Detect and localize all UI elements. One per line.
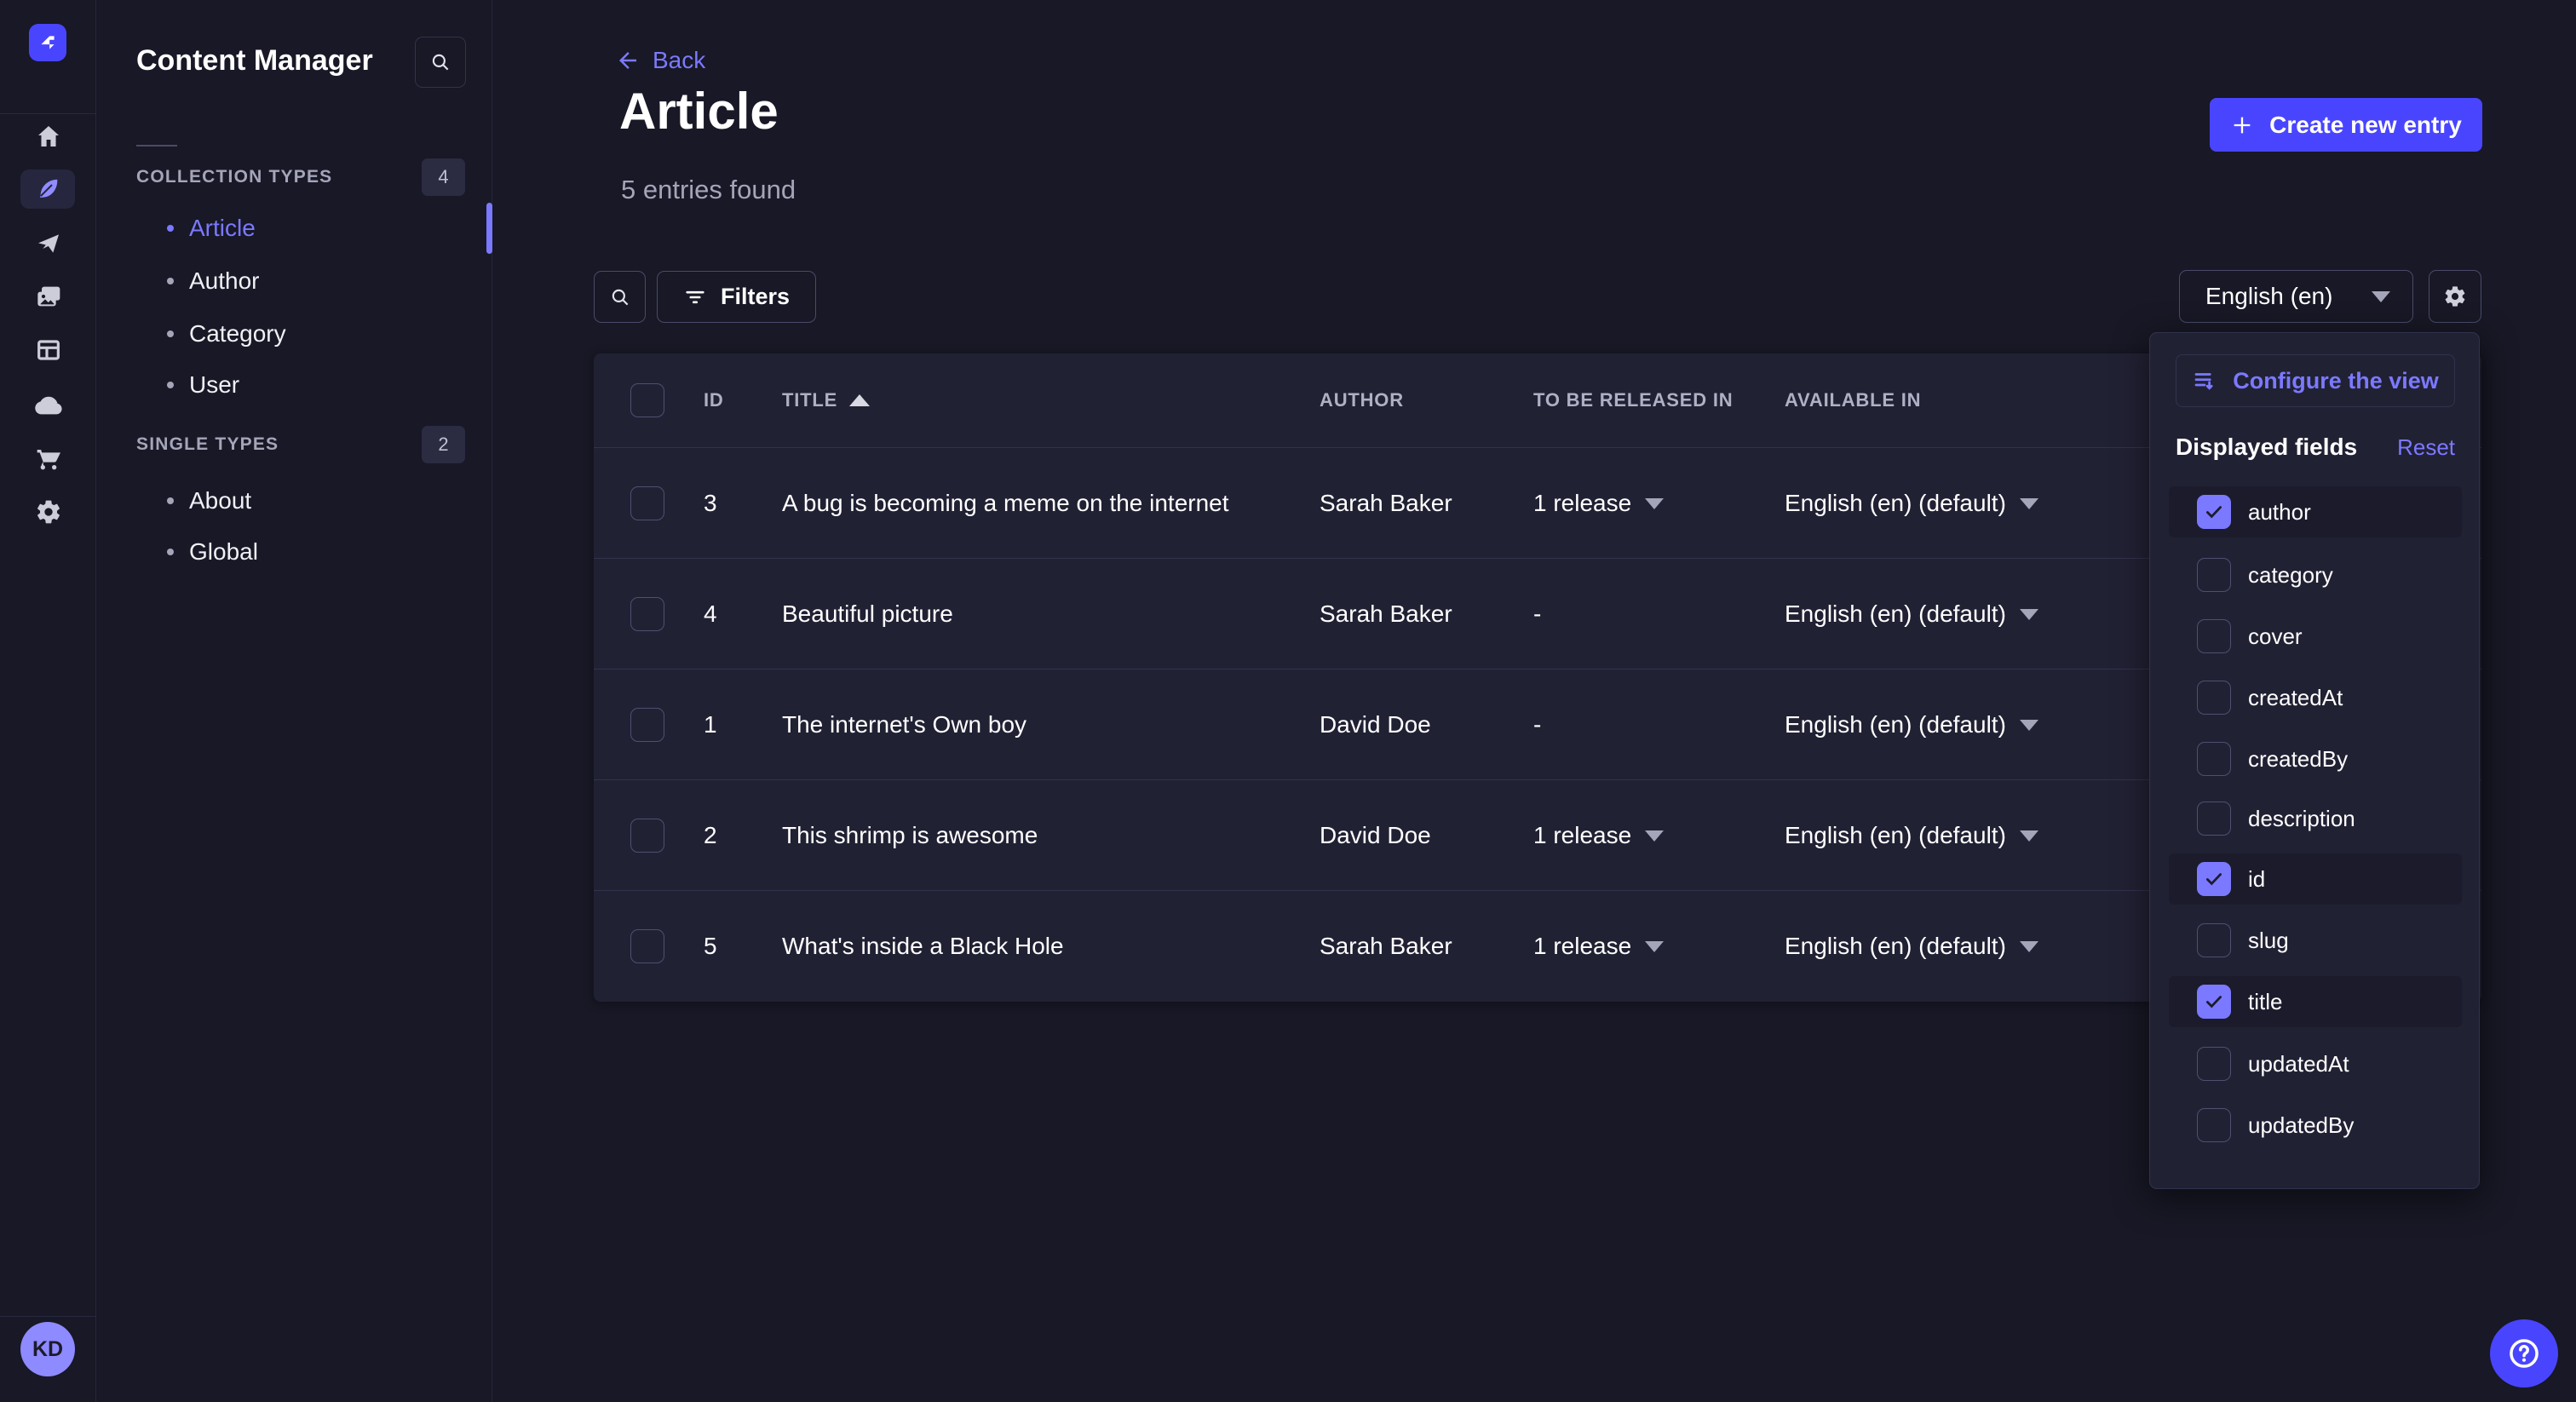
back-link[interactable]: Back [615,47,705,74]
view-settings-popover: Configure the view Displayed fields Rese… [2149,332,2480,1189]
checkbox-icon[interactable] [2197,558,2231,592]
row-checkbox[interactable] [630,486,664,520]
checkbox-icon[interactable] [2197,923,2231,957]
chevron-down-icon[interactable] [1645,498,1664,509]
bullet-icon [167,382,174,388]
bullet-icon [167,225,174,232]
single-types-badge: 2 [422,426,465,463]
releases-icon[interactable] [0,230,96,257]
page-title: Article [619,82,779,141]
row-checkbox[interactable] [630,597,664,631]
chevron-down-icon[interactable] [1645,941,1664,952]
row-checkbox[interactable] [630,708,664,742]
checkbox-icon[interactable] [2197,742,2231,776]
question-mark-icon [2506,1336,2542,1371]
chevron-down-icon[interactable] [2020,498,2038,509]
chevron-down-icon[interactable] [2020,609,2038,620]
field-toggle-updatedAt[interactable]: updatedAt [2169,1038,2462,1089]
chevron-down-icon[interactable] [2020,720,2038,731]
help-button[interactable] [2490,1319,2558,1388]
row-checkbox[interactable] [630,819,664,853]
rail-divider [0,113,96,114]
column-header-id[interactable]: ID [704,353,724,447]
sidebar-item-user[interactable]: User [136,361,460,409]
bullet-icon [167,278,174,284]
sidebar-item-global[interactable]: Global [136,528,460,576]
configure-list-icon [2192,368,2217,394]
sidebar-item-author[interactable]: Author [136,257,460,305]
single-types-label: SINGLE TYPES [136,434,279,455]
sidebar-divider [136,145,177,147]
marketplace-cart-icon[interactable] [0,445,96,472]
settings-gear-icon[interactable] [0,498,96,526]
cloud-icon[interactable] [0,390,96,419]
configure-view-button[interactable]: Configure the view [2176,354,2455,407]
chevron-down-icon[interactable] [2020,941,2038,952]
select-all-checkbox[interactable] [630,383,664,417]
entries-count: 5 entries found [621,175,796,205]
plus-icon [2230,113,2254,137]
filters-button[interactable]: Filters [657,271,816,323]
checkbox-checked-icon[interactable] [2197,862,2231,896]
table-search-button[interactable] [594,271,646,323]
icon-rail: KD [0,0,96,1402]
sidebar-title: Content Manager [136,44,373,78]
strapi-logo[interactable] [29,24,66,61]
checkbox-icon[interactable] [2197,681,2231,715]
row-checkbox[interactable] [630,929,664,963]
field-toggle-author[interactable]: author [2169,486,2462,537]
field-toggle-description[interactable]: description [2169,793,2462,844]
checkbox-icon[interactable] [2197,802,2231,836]
gear-icon [2443,284,2467,308]
sidebar-item-article[interactable]: Article [136,204,460,252]
content-manager-icon[interactable] [20,170,75,209]
chevron-down-icon[interactable] [2020,830,2038,842]
field-toggle-title[interactable]: title [2169,976,2462,1027]
field-toggle-cover[interactable]: cover [2169,611,2462,662]
bullet-icon [167,549,174,555]
checkbox-checked-icon[interactable] [2197,985,2231,1019]
checkbox-icon[interactable] [2197,619,2231,653]
sidebar-item-category[interactable]: Category [136,310,460,358]
sidebar-item-about[interactable]: About [136,477,460,525]
field-toggle-updatedBy[interactable]: updatedBy [2169,1100,2462,1151]
chevron-down-icon[interactable] [1645,830,1664,842]
field-toggle-slug[interactable]: slug [2169,915,2462,966]
search-icon [609,286,631,308]
checkbox-icon[interactable] [2197,1047,2231,1081]
sidebar-search-button[interactable] [415,37,466,88]
field-toggle-createdAt[interactable]: createdAt [2169,672,2462,723]
filter-icon [683,285,707,309]
column-header-author[interactable]: AUTHOR [1320,353,1404,447]
active-item-indicator [486,203,492,254]
column-header-title[interactable]: TITLE [782,353,870,447]
checkbox-checked-icon[interactable] [2197,495,2231,529]
field-toggle-category[interactable]: category [2169,549,2462,600]
content-manager-sidebar: Content Manager COLLECTION TYPES 4 Artic… [96,0,492,1402]
reset-link[interactable]: Reset [2397,434,2455,461]
strapi-admin-app: KD Content Manager COLLECTION TYPES 4 Ar… [0,0,2576,1402]
displayed-fields-label: Displayed fields [2176,434,2357,461]
bullet-icon [167,330,174,337]
collection-types-label: COLLECTION TYPES [136,167,332,187]
field-toggle-id[interactable]: id [2169,853,2462,905]
chevron-down-icon [2372,291,2390,302]
user-avatar[interactable]: KD [20,1322,75,1376]
media-library-icon[interactable] [0,283,96,310]
home-icon[interactable] [0,123,96,150]
column-header-released[interactable]: TO BE RELEASED IN [1533,353,1733,447]
create-new-entry-button[interactable]: Create new entry [2210,98,2482,152]
arrow-left-icon [615,48,641,73]
content-type-builder-icon[interactable] [0,336,96,364]
collection-types-badge: 4 [422,158,465,196]
view-settings-gear-button[interactable] [2429,270,2481,323]
column-header-available[interactable]: AVAILABLE IN [1785,353,1921,447]
rail-bottom-divider [0,1316,96,1317]
locale-select[interactable]: English (en) [2179,270,2413,323]
sort-ascending-icon [849,394,870,406]
checkbox-icon[interactable] [2197,1108,2231,1142]
bullet-icon [167,497,174,504]
field-toggle-createdBy[interactable]: createdBy [2169,733,2462,784]
